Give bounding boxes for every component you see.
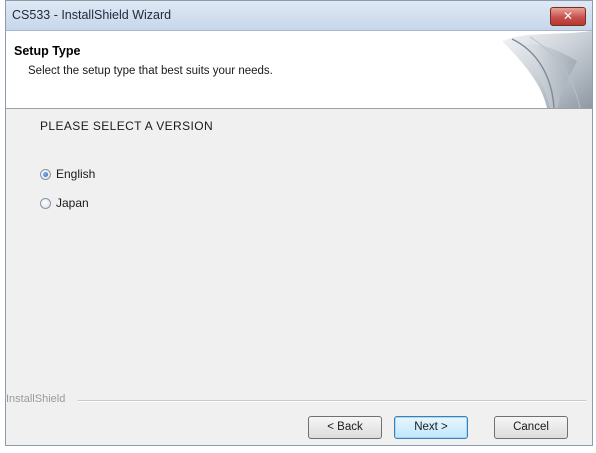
divider-rule (78, 400, 586, 402)
next-button[interactable]: Next > (394, 416, 468, 439)
radio-button-unselected-icon[interactable] (40, 197, 51, 209)
installshield-banner-graphic (502, 31, 592, 108)
cancel-button[interactable]: Cancel (494, 416, 568, 439)
close-icon: ✕ (562, 9, 574, 23)
page-subtitle: Select the setup type that best suits yo… (28, 65, 273, 77)
title-bar[interactable]: CS533 - InstallShield Wizard ✕ (6, 1, 592, 31)
close-button[interactable]: ✕ (550, 7, 586, 26)
radio-button-selected-icon[interactable] (40, 168, 51, 180)
radio-option-japan[interactable]: Japan (40, 195, 89, 211)
radio-label-english[interactable]: English (56, 167, 95, 181)
window-title: CS533 - InstallShield Wizard (12, 8, 172, 22)
installshield-divider: InstallShield (6, 393, 592, 406)
radio-label-japan[interactable]: Japan (56, 196, 89, 210)
back-button[interactable]: < Back (308, 416, 382, 439)
wizard-header: Setup Type Select the setup type that be… (6, 31, 592, 109)
version-section-label: PLEASE SELECT A VERSION (40, 119, 214, 133)
installer-window: CS533 - InstallShield Wizard ✕ Setup Typ… (5, 0, 593, 446)
radio-option-english[interactable]: English (40, 166, 95, 182)
page-title: Setup Type (14, 44, 81, 58)
installshield-brand-label: InstallShield (6, 393, 70, 405)
